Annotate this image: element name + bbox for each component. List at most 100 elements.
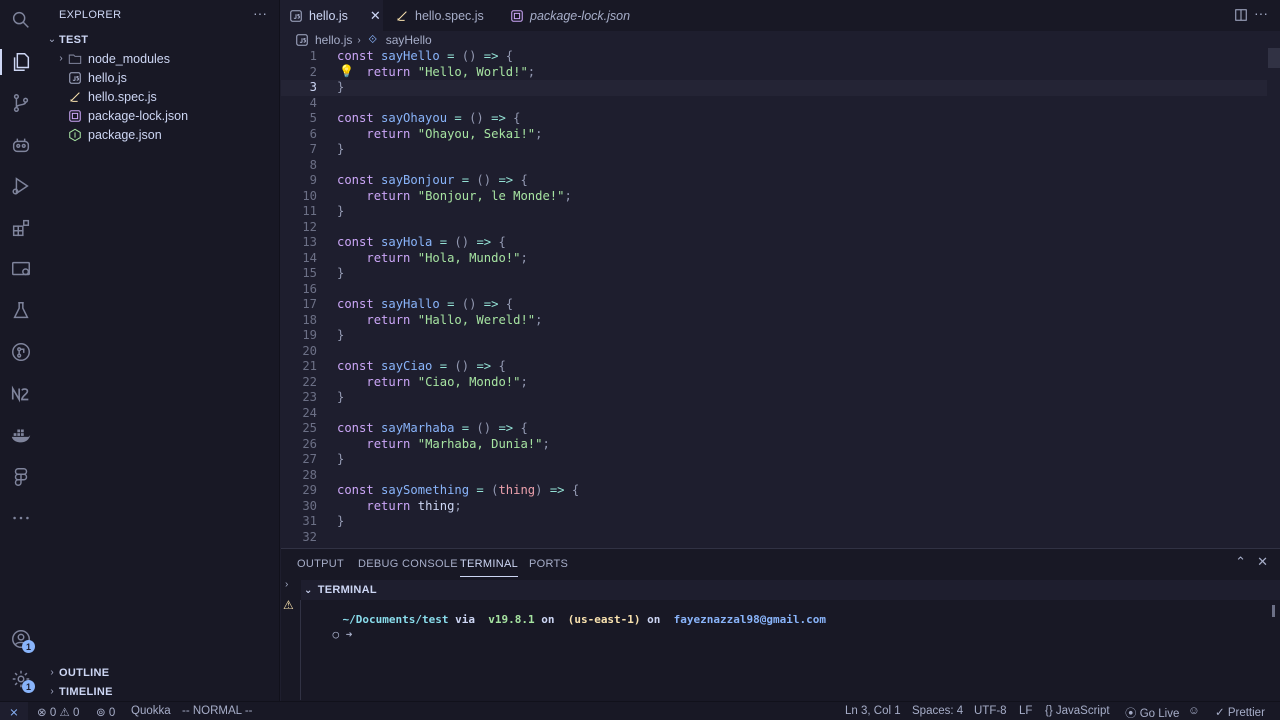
code-line[interactable]: 4 <box>281 96 1267 112</box>
code-text: const sayOhayou = () => { <box>337 111 520 127</box>
code-line[interactable]: 16 <box>281 282 1267 298</box>
radio-tower-icon: ⊚ <box>96 707 106 719</box>
code-line[interactable]: 26 return "Marhaba, Dunia!"; <box>281 437 1267 453</box>
tree-item-hello-spec-js[interactable]: hello.spec.js <box>42 87 279 106</box>
remote-explorer-icon[interactable] <box>0 254 42 284</box>
tab-hello-spec-js[interactable]: hello.spec.js <box>385 0 501 31</box>
quokka-status[interactable]: Quokka <box>131 705 171 717</box>
prettier-status[interactable]: ✓ Prettier <box>1215 705 1265 719</box>
code-editor[interactable]: 1 const sayHello = () => {2 return "Hello… <box>281 48 1280 548</box>
code-line[interactable]: 2 return "Hello, World!"; <box>281 65 1267 81</box>
chevron-down-icon: ⌄ <box>304 584 313 596</box>
explorer-icon[interactable] <box>0 47 42 77</box>
gitlens-icon[interactable] <box>0 337 42 367</box>
remote-icon[interactable]: ⨯ <box>0 702 28 720</box>
docker-icon[interactable] <box>0 420 42 450</box>
testing-icon[interactable] <box>0 296 42 326</box>
cursor-position-status[interactable]: Ln 3, Col 1 <box>845 705 901 717</box>
code-token: => <box>483 49 506 63</box>
panel-tab-ports[interactable]: PORTS <box>529 558 568 570</box>
code-line[interactable]: 6 return "Ohayou, Sekai!"; <box>281 127 1267 143</box>
code-line[interactable]: 19} <box>281 328 1267 344</box>
split-editor-icon[interactable] <box>1234 8 1248 25</box>
problems-status[interactable]: ⊗ 0 ⚠ 0 <box>37 705 79 719</box>
tree-item-hello-js[interactable]: hello.js <box>42 68 279 87</box>
tab-hello-js[interactable]: hello.js ✕ <box>281 0 383 31</box>
code-line[interactable]: 23} <box>281 390 1267 406</box>
tree-item-node-modules[interactable]: › node_modules <box>42 49 279 68</box>
code-line[interactable]: 7} <box>281 142 1267 158</box>
panel-tab-terminal[interactable]: TERMINAL <box>460 558 519 577</box>
panel-tab-debug-console[interactable]: DEBUG CONSOLE <box>358 558 458 570</box>
code-line[interactable]: 27} <box>281 452 1267 468</box>
code-token: sayHallo <box>381 297 440 311</box>
terminal-header[interactable]: ⌄ TERMINAL <box>301 580 1280 600</box>
code-line[interactable]: 15} <box>281 266 1267 282</box>
code-line[interactable]: 28 <box>281 468 1267 484</box>
code-line[interactable]: 20 <box>281 344 1267 360</box>
code-line[interactable]: 29 const saySomething = (thing) => { <box>281 483 1267 499</box>
code-line[interactable]: 18 return "Hallo, Wereld!"; <box>281 313 1267 329</box>
extensions-icon[interactable] <box>0 213 42 243</box>
timeline-section[interactable]: › TIMELINE <box>42 682 279 701</box>
code-line[interactable]: 30 return thing; <box>281 499 1267 515</box>
code-line[interactable]: 32 <box>281 530 1267 546</box>
code-line[interactable]: 9 const sayBonjour = () => { <box>281 173 1267 189</box>
figma-icon[interactable] <box>0 462 42 492</box>
code-line[interactable]: 24 <box>281 406 1267 422</box>
code-line[interactable]: 5 const sayOhayou = () => { <box>281 111 1267 127</box>
code-text: } <box>337 328 344 344</box>
lightbulb-icon[interactable]: 💡 <box>339 64 354 78</box>
code-line[interactable]: 11} <box>281 204 1267 220</box>
code-line[interactable]: 14 return "Hola, Mundo!"; <box>281 251 1267 267</box>
code-line[interactable]: 25 const sayMarhaba = () => { <box>281 421 1267 437</box>
code-line[interactable]: 3} <box>281 80 1267 96</box>
line-number: 5 <box>309 111 317 125</box>
outline-section[interactable]: › OUTLINE <box>42 663 279 682</box>
code-line[interactable]: 17 const sayHallo = () => { <box>281 297 1267 313</box>
breadcrumb-file[interactable]: hello.js <box>315 33 352 47</box>
code-text: const saySomething = (thing) => { <box>337 483 579 499</box>
run-debug-icon[interactable] <box>0 171 42 201</box>
editor-scrollbar[interactable] <box>1268 48 1280 68</box>
search-icon[interactable] <box>0 5 42 35</box>
code-line[interactable]: 22 return "Ciao, Mondo!"; <box>281 375 1267 391</box>
explorer-more-icon[interactable]: ··· <box>253 5 267 21</box>
chevron-up-icon[interactable]: ⌃ <box>1235 554 1246 570</box>
gear-icon[interactable]: 1 <box>0 664 42 694</box>
code-line[interactable]: 12 <box>281 220 1267 236</box>
code-token: => <box>498 173 521 187</box>
more-icon[interactable] <box>0 503 42 533</box>
tree-item-package-json[interactable]: package.json <box>42 125 279 144</box>
code-line[interactable]: 1 const sayHello = () => { <box>281 49 1267 65</box>
folder-test[interactable]: ⌄ TEST <box>42 30 279 49</box>
tree-item-package-lock-json[interactable]: package-lock.json <box>42 106 279 125</box>
go-live-status[interactable]: ⦿ Go Live <box>1125 705 1179 720</box>
code-line[interactable]: 13 const sayHola = () => { <box>281 235 1267 251</box>
code-line[interactable]: 10 return "Bonjour, le Monde!"; <box>281 189 1267 205</box>
terminal-input-line[interactable]: ○ ➜ <box>306 615 353 654</box>
accounts-icon[interactable]: 1 <box>0 624 42 654</box>
language-status[interactable]: {} JavaScript <box>1045 705 1110 717</box>
line-number: 10 <box>302 188 317 203</box>
close-panel-icon[interactable]: ✕ <box>1257 554 1268 570</box>
code-line[interactable]: 31} <box>281 514 1267 530</box>
close-icon[interactable]: ✕ <box>370 8 381 24</box>
tab-package-lock-json[interactable]: package-lock.json <box>503 0 637 31</box>
nx-console-icon[interactable] <box>0 379 42 409</box>
code-token: ) <box>535 483 550 497</box>
feedback-icon[interactable]: ☺ <box>1188 705 1200 717</box>
indentation-status[interactable]: Spaces: 4 <box>912 705 963 717</box>
editor-more-icon[interactable]: ··· <box>1254 5 1268 21</box>
code-line[interactable]: 8 <box>281 158 1267 174</box>
chevron-right-icon[interactable]: › <box>285 579 288 590</box>
terminal-scrollbar[interactable] <box>1272 605 1275 617</box>
ports-status[interactable]: ⊚ 0 <box>96 705 115 719</box>
encoding-status[interactable]: UTF-8 <box>974 705 1007 717</box>
code-line[interactable]: 21 const sayCiao = () => { <box>281 359 1267 375</box>
copilot-icon[interactable] <box>0 130 42 160</box>
breadcrumb-symbol[interactable]: sayHello <box>386 33 432 47</box>
panel-tab-output[interactable]: OUTPUT <box>297 558 344 570</box>
source-control-icon[interactable] <box>0 88 42 118</box>
eol-status[interactable]: LF <box>1019 705 1032 717</box>
